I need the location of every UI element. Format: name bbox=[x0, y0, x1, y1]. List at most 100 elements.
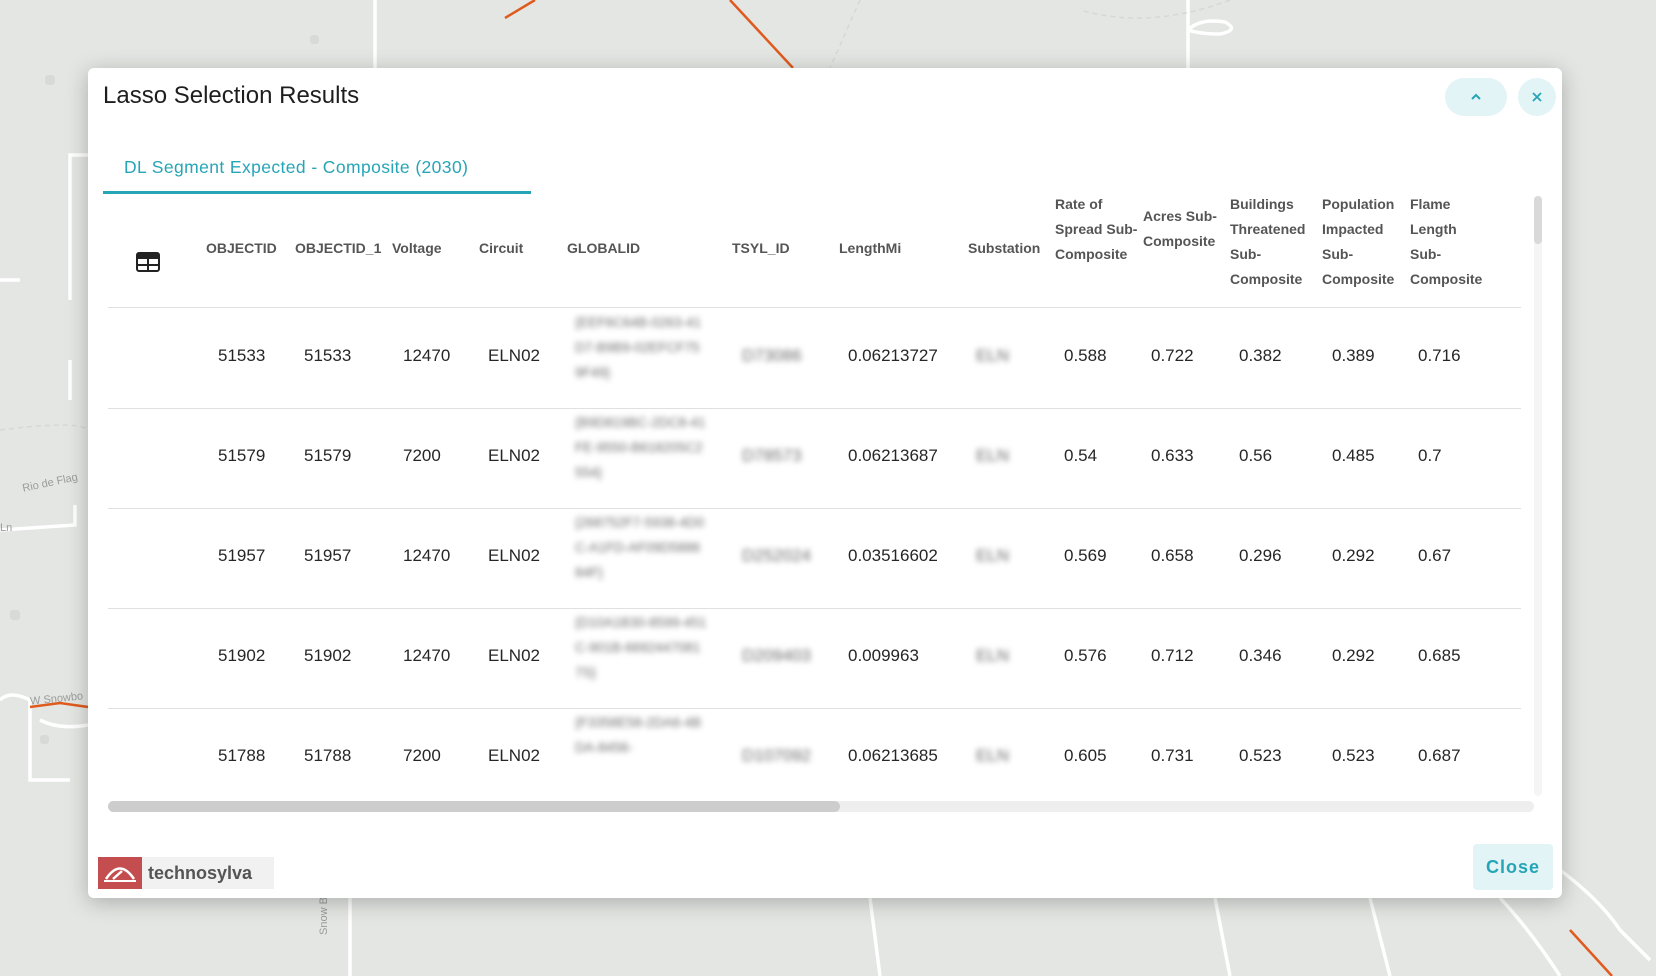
table-cell-tsyl: D252024 bbox=[742, 546, 812, 565]
table-cell-buildings: 0.382 bbox=[1239, 346, 1282, 365]
table-cell-substation: ELN bbox=[976, 446, 1010, 465]
table-row[interactable]: 51788 51788 7200 ELN02 {F3358E58-2DA6-4BDA-8… bbox=[108, 708, 1521, 799]
tab-label: DL Segment Expected - Composite (2030) bbox=[124, 157, 469, 177]
column-header-objectid1[interactable]: OBJECTID_1 bbox=[295, 236, 381, 261]
table-cell-buildings: 0.523 bbox=[1239, 746, 1282, 765]
table-cell-length: 0.06213685 bbox=[848, 746, 938, 765]
table-cell-objectid1: 51533 bbox=[304, 346, 352, 365]
table-cell-voltage: 12470 bbox=[403, 646, 451, 665]
close-button[interactable]: Close bbox=[1473, 844, 1553, 890]
dialog-title: Lasso Selection Results bbox=[103, 82, 360, 109]
lasso-results-dialog: Lasso Selection Results DL Segment Expec… bbox=[88, 68, 1562, 898]
table-cell-substation: ELN bbox=[976, 546, 1010, 565]
table-row[interactable]: 51902 51902 12470 ELN02 {D10A1B30-8599-451C-… bbox=[108, 608, 1521, 708]
table-cell-acres: 0.658 bbox=[1151, 546, 1194, 565]
table-cell-globalid: {B9D819BC-2DC8-41FE-9550-B618205C2554} bbox=[575, 415, 706, 480]
table-cell-globalid: {D10A1B30-8599-451C-901B-66924470817S} bbox=[575, 615, 707, 680]
vertical-scrollbar-thumb[interactable] bbox=[1534, 196, 1542, 244]
column-header-tsyl[interactable]: TSYL_ID bbox=[732, 236, 790, 261]
table-cell-population: 0.292 bbox=[1332, 646, 1375, 665]
table-cell-substation: ELN bbox=[976, 646, 1010, 665]
table-cell-buildings: 0.56 bbox=[1239, 446, 1273, 465]
table-row[interactable]: 51579 51579 7200 ELN02 {B9D819BC-2DC8-41FE-9… bbox=[108, 408, 1521, 508]
column-header-flame[interactable]: Flame Length Sub-Composite bbox=[1410, 196, 1482, 292]
table-cell-length: 0.009963 bbox=[848, 646, 919, 665]
table-cell-tsyl: D107092 bbox=[742, 746, 812, 765]
table-cell-ros: 0.605 bbox=[1064, 746, 1107, 765]
table-cell-substation: ELN bbox=[976, 346, 1010, 365]
table-cell-population: 0.389 bbox=[1332, 346, 1375, 365]
dialog-close-icon-button[interactable] bbox=[1518, 78, 1556, 116]
horizontal-scrollbar-thumb[interactable] bbox=[108, 801, 840, 812]
results-table[interactable]: OBJECTID OBJECTID_1 Voltage Circuit GLOBALID… bbox=[108, 196, 1521, 799]
column-header-objectid[interactable]: OBJECTID bbox=[206, 236, 277, 261]
table-cell-flame: 0.67 bbox=[1418, 546, 1452, 565]
table-cell-objectid1: 51957 bbox=[304, 546, 352, 565]
table-cell-flame: 0.7 bbox=[1418, 446, 1442, 465]
map-street-label: Ln bbox=[0, 522, 13, 534]
table-cell-acres: 0.712 bbox=[1151, 646, 1194, 665]
table-cell-globalid: {268752F7-5938-4D0C-A1FD-AF09D588684F} bbox=[575, 515, 705, 580]
table-cell-objectid: 51533 bbox=[218, 346, 266, 365]
table-cell-length: 0.03516602 bbox=[848, 546, 938, 565]
table-cell-acres: 0.722 bbox=[1151, 346, 1194, 365]
table-cell-objectid1: 51788 bbox=[304, 746, 352, 765]
table-cell-flame: 0.716 bbox=[1418, 346, 1461, 365]
table-cell-flame: 0.687 bbox=[1418, 746, 1461, 765]
table-cell-population: 0.523 bbox=[1332, 746, 1375, 765]
table-row[interactable]: 51957 51957 12470 ELN02 {268752F7-5938-4D0C-… bbox=[108, 508, 1521, 608]
table-grid-icon[interactable] bbox=[136, 252, 160, 272]
table-cell-voltage: 12470 bbox=[403, 346, 451, 365]
table-cell-buildings: 0.346 bbox=[1239, 646, 1282, 665]
table-cell-population: 0.292 bbox=[1332, 546, 1375, 565]
table-cell-ros: 0.569 bbox=[1064, 546, 1107, 565]
column-header-acres[interactable]: Acres Sub-Composite bbox=[1143, 204, 1233, 254]
table-cell-acres: 0.633 bbox=[1151, 446, 1194, 465]
table-cell-tsyl: D209403 bbox=[742, 646, 812, 665]
table-cell-circuit: ELN02 bbox=[488, 346, 540, 365]
table-cell-tsyl: D73086 bbox=[742, 346, 802, 365]
table-cell-circuit: ELN02 bbox=[488, 446, 540, 465]
table-cell-voltage: 7200 bbox=[403, 746, 441, 765]
column-header-length[interactable]: LengthMi bbox=[839, 236, 901, 261]
logo-text: technosylva bbox=[148, 862, 253, 883]
table-cell-length: 0.06213687 bbox=[848, 446, 938, 465]
table-cell-objectid: 51902 bbox=[218, 646, 266, 665]
table-cell-population: 0.485 bbox=[1332, 446, 1375, 465]
table-cell-circuit: ELN02 bbox=[488, 646, 540, 665]
vertical-scrollbar-track[interactable] bbox=[1534, 196, 1542, 796]
table-cell-ros: 0.576 bbox=[1064, 646, 1107, 665]
table-cell-acres: 0.731 bbox=[1151, 746, 1194, 765]
table-cell-circuit: ELN02 bbox=[488, 546, 540, 565]
table-cell-tsyl: D78573 bbox=[742, 446, 802, 465]
table-cell-circuit: ELN02 bbox=[488, 746, 540, 765]
table-cell-objectid: 51788 bbox=[218, 746, 266, 765]
close-icon bbox=[1532, 92, 1542, 102]
table-cell-voltage: 12470 bbox=[403, 546, 451, 565]
column-header-ros[interactable]: Rate of Spread Sub-Composite bbox=[1055, 196, 1145, 267]
table-cell-globalid: {F3358E58-2DA6-4BDA-8456- bbox=[575, 715, 702, 755]
table-cell-ros: 0.588 bbox=[1064, 346, 1107, 365]
table-cell-globalid: {EEF6C64B-0263-41D7-B9B9-02EFCF759F49} bbox=[575, 315, 702, 380]
column-header-voltage[interactable]: Voltage bbox=[392, 236, 442, 261]
table-row[interactable]: 51533 51533 12470 ELN02 {EEF6C64B-0263-41D7-… bbox=[108, 308, 1521, 408]
collapse-button[interactable] bbox=[1445, 78, 1507, 116]
table-cell-length: 0.06213727 bbox=[848, 346, 938, 365]
technosylva-logo: technosylva bbox=[98, 857, 274, 889]
chevron-up-icon bbox=[1471, 93, 1481, 100]
column-header-buildings[interactable]: Buildings Threatened Sub-Composite bbox=[1230, 196, 1320, 292]
table-cell-ros: 0.54 bbox=[1064, 446, 1098, 465]
table-cell-objectid1: 51579 bbox=[304, 446, 352, 465]
table-cell-flame: 0.685 bbox=[1418, 646, 1461, 665]
table-cell-voltage: 7200 bbox=[403, 446, 441, 465]
column-header-globalid[interactable]: GLOBALID bbox=[567, 236, 640, 261]
table-cell-substation: ELN bbox=[976, 746, 1010, 765]
column-header-circuit[interactable]: Circuit bbox=[479, 236, 523, 261]
column-header-population[interactable]: Population Impacted Sub-Composite bbox=[1322, 196, 1412, 292]
table-cell-buildings: 0.296 bbox=[1239, 546, 1282, 565]
table-cell-objectid: 51957 bbox=[218, 546, 266, 565]
logo-mark-icon bbox=[98, 857, 142, 889]
table-cell-objectid: 51579 bbox=[218, 446, 266, 465]
column-header-substation[interactable]: Substation bbox=[968, 236, 1040, 261]
table-cell-objectid1: 51902 bbox=[304, 646, 352, 665]
